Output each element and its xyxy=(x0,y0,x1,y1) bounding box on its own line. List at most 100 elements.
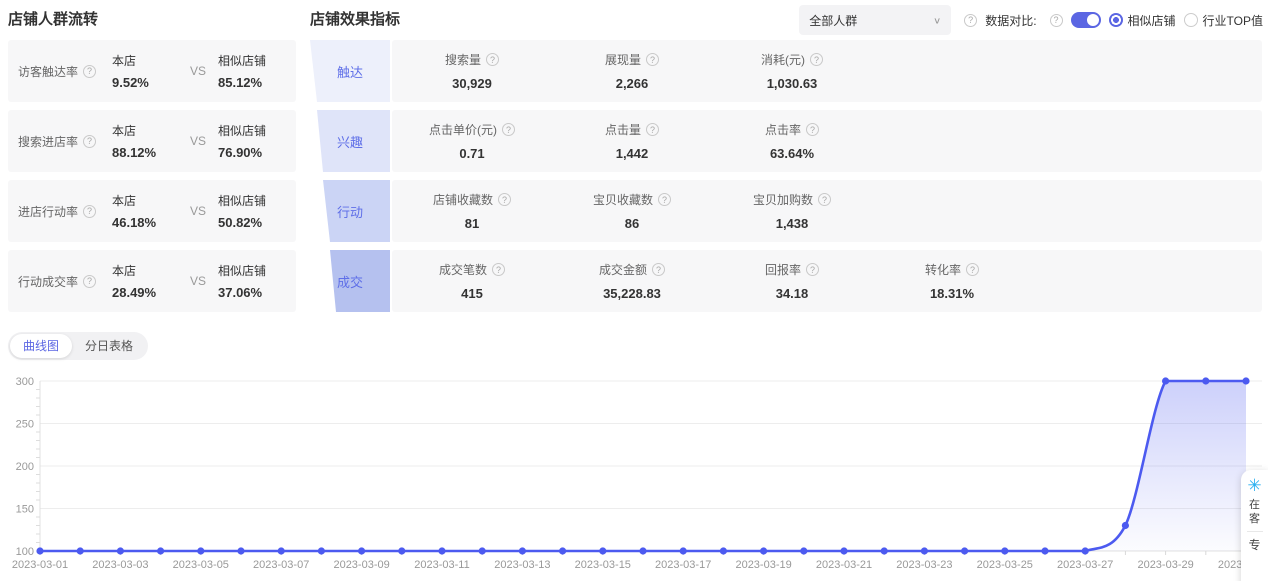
series-point[interactable] xyxy=(36,547,43,554)
help-icon[interactable]: ? xyxy=(83,135,96,148)
series-point[interactable] xyxy=(318,547,325,554)
vs-label: VS xyxy=(178,134,218,148)
series-point[interactable] xyxy=(157,547,164,554)
series-point[interactable] xyxy=(921,547,928,554)
svg-text:2023-03-01: 2023-03-01 xyxy=(12,559,68,571)
help-icon[interactable]: ? xyxy=(806,123,819,136)
svg-text:2023-03-17: 2023-03-17 xyxy=(655,559,711,571)
help-icon[interactable]: ? xyxy=(502,123,515,136)
series-point[interactable] xyxy=(720,547,727,554)
flow-metric-label: 进店行动率 xyxy=(18,203,78,220)
series-point[interactable] xyxy=(358,547,365,554)
radio-similar-store[interactable]: 相似店铺 xyxy=(1109,12,1176,29)
series-point[interactable] xyxy=(438,547,445,554)
panel-controls: 全部人群 ∨ ? 数据对比: ? 相似店铺 行业TOP值 xyxy=(799,5,1263,35)
peer-store-label: 相似店铺 xyxy=(218,192,284,209)
svg-text:2023-03-13: 2023-03-13 xyxy=(494,559,550,571)
series-point[interactable] xyxy=(479,547,486,554)
metric-order-count: 成交笔数? 415 xyxy=(392,261,552,301)
own-store-label: 本店 xyxy=(112,192,178,209)
series-point[interactable] xyxy=(519,547,526,554)
help-icon[interactable]: ? xyxy=(83,275,96,288)
help-icon[interactable]: ? xyxy=(966,263,979,276)
service-widget-label: 在客 xyxy=(1249,498,1261,526)
series-point[interactable] xyxy=(1162,377,1169,384)
series-point[interactable] xyxy=(680,547,687,554)
chevron-down-icon: ∨ xyxy=(933,15,941,25)
own-store-label: 本店 xyxy=(112,52,178,69)
chart-axes xyxy=(36,381,1246,555)
flow-row-visitor-reach: 访客触达率 ? 本店 9.52% VS 相似店铺 85.12% xyxy=(8,40,296,102)
effect-row-action: 行动 店铺收藏数? 81 宝贝收藏数? 86 宝贝加购数? 1,438 xyxy=(310,180,1262,242)
svg-text:150: 150 xyxy=(16,504,34,516)
metric-item-favorites: 宝贝收藏数? 86 xyxy=(552,191,712,231)
crowd-flow-panel: 访客触达率 ? 本店 9.52% VS 相似店铺 85.12% 搜索进店率 ? … xyxy=(8,40,296,320)
peer-store-label: 相似店铺 xyxy=(218,52,284,69)
help-icon[interactable]: ? xyxy=(486,53,499,66)
help-icon[interactable]: ? xyxy=(83,205,96,218)
svg-text:2023-03-11: 2023-03-11 xyxy=(414,559,469,571)
radio-industry-top[interactable]: 行业TOP值 xyxy=(1184,12,1263,29)
series-point[interactable] xyxy=(840,547,847,554)
radio-selected-icon xyxy=(1109,13,1123,27)
help-icon[interactable]: ? xyxy=(806,263,819,276)
svg-text:250: 250 xyxy=(16,419,34,431)
help-icon[interactable]: ? xyxy=(818,193,831,206)
help-icon[interactable]: ? xyxy=(658,193,671,206)
series-point[interactable] xyxy=(77,547,84,554)
series-point[interactable] xyxy=(1202,377,1209,384)
svg-text:2023-03-09: 2023-03-09 xyxy=(333,559,389,571)
help-icon[interactable]: ? xyxy=(810,53,823,66)
service-widget-partial-label: 专 xyxy=(1248,536,1260,553)
series-point[interactable] xyxy=(559,547,566,554)
svg-text:2023-03-03: 2023-03-03 xyxy=(92,559,148,571)
help-icon[interactable]: ? xyxy=(83,65,96,78)
help-icon[interactable]: ? xyxy=(492,263,505,276)
series-point[interactable] xyxy=(278,547,285,554)
svg-text:2023-03-25: 2023-03-25 xyxy=(977,559,1033,571)
toggle-knob xyxy=(1087,14,1099,26)
series-point[interactable] xyxy=(800,547,807,554)
series-point[interactable] xyxy=(197,547,204,554)
help-icon[interactable]: ? xyxy=(646,123,659,136)
series-point[interactable] xyxy=(1041,547,1048,554)
help-icon[interactable]: ? xyxy=(652,263,665,276)
own-store-value: 46.18% xyxy=(112,215,178,230)
vs-label: VS xyxy=(178,204,218,218)
trend-chart: 1001502002503002023-03-012023-03-032023-… xyxy=(0,370,1268,581)
help-icon[interactable]: ? xyxy=(498,193,511,206)
peer-store-value: 76.90% xyxy=(218,145,284,160)
series-point[interactable] xyxy=(1122,522,1129,529)
series-point[interactable] xyxy=(1001,547,1008,554)
series-point[interactable] xyxy=(881,547,888,554)
tab-daily-table[interactable]: 分日表格 xyxy=(72,334,146,358)
series-point[interactable] xyxy=(1242,377,1249,384)
flow-metric-label: 行动成交率 xyxy=(18,273,78,290)
series-point[interactable] xyxy=(398,547,405,554)
radio-similar-store-label: 相似店铺 xyxy=(1128,12,1176,29)
series-point[interactable] xyxy=(760,547,767,554)
help-icon[interactable]: ? xyxy=(1050,14,1063,27)
effect-row-reach: 触达 搜索量? 30,929 展现量? 2,266 消耗(元)? 1,030.6… xyxy=(310,40,1262,102)
chart-grid xyxy=(40,381,1262,551)
compare-toggle[interactable] xyxy=(1071,12,1101,28)
vs-label: VS xyxy=(178,64,218,78)
customer-service-widget[interactable]: ✳ 在客 专 xyxy=(1241,470,1268,581)
own-store-label: 本店 xyxy=(112,262,178,279)
series-point[interactable] xyxy=(1082,547,1089,554)
audience-select[interactable]: 全部人群 ∨ xyxy=(799,5,951,35)
series-point[interactable] xyxy=(961,547,968,554)
flow-row-search-entry: 搜索进店率 ? 本店 88.12% VS 相似店铺 76.90% xyxy=(8,110,296,172)
series-point[interactable] xyxy=(599,547,606,554)
help-icon[interactable]: ? xyxy=(646,53,659,66)
series-point[interactable] xyxy=(639,547,646,554)
series-point[interactable] xyxy=(237,547,244,554)
widget-divider xyxy=(1247,531,1263,532)
metric-ctr: 点击率? 63.64% xyxy=(712,121,872,161)
tab-line-chart[interactable]: 曲线图 xyxy=(10,334,72,358)
series-point[interactable] xyxy=(117,547,124,554)
help-icon[interactable]: ? xyxy=(964,14,977,27)
svg-text:2023-03-23: 2023-03-23 xyxy=(896,559,952,571)
peer-store-label: 相似店铺 xyxy=(218,122,284,139)
trend-chart-svg: 1001502002503002023-03-012023-03-032023-… xyxy=(0,370,1268,581)
